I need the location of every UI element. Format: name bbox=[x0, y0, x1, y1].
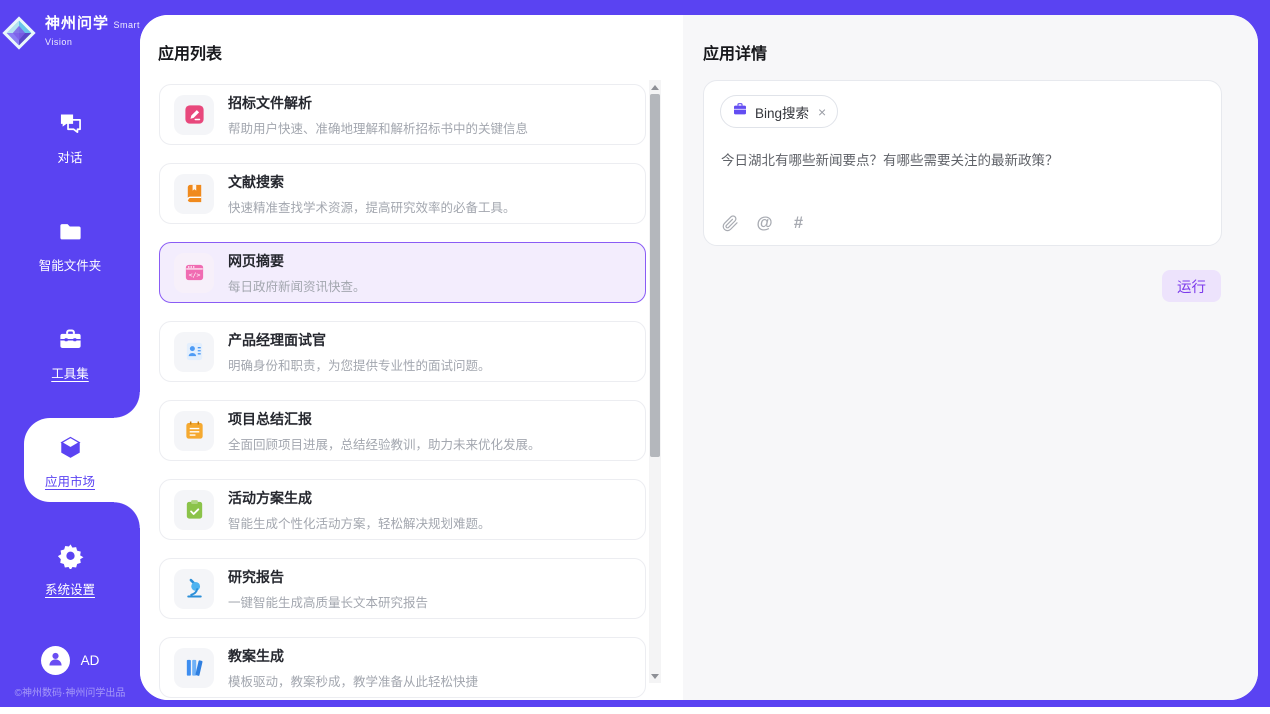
copyright: ©神州数码·神州问学出品 bbox=[0, 684, 140, 699]
main-container: 应用列表 招标文件解析帮助用户快速、准确地理解和解析招标书中的关键信息文献搜索快… bbox=[140, 15, 1258, 700]
books-icon bbox=[174, 648, 214, 688]
sidebar-item-smart-folder[interactable]: 智能文件夹 bbox=[0, 218, 140, 274]
tool-chip-bing-search[interactable]: Bing搜索 × bbox=[720, 95, 838, 128]
app-cards: 招标文件解析帮助用户快速、准确地理解和解析招标书中的关键信息文献搜索快速精准查找… bbox=[159, 84, 646, 700]
hash-icon[interactable]: # bbox=[789, 214, 808, 233]
paperclip-icon[interactable] bbox=[721, 214, 740, 233]
app-card-desc: 一键智能生成高质量长文本研究报告 bbox=[228, 592, 428, 611]
folder-icon bbox=[57, 218, 84, 245]
app-card-desc: 模板驱动，教案秒成，教学准备从此轻松快捷 bbox=[228, 671, 478, 690]
user-account[interactable]: AD bbox=[0, 646, 140, 675]
sidebar-item-toolset[interactable]: 工具集 bbox=[0, 326, 140, 382]
sidebar-item-label: 对话 bbox=[0, 147, 140, 166]
sidebar: 神州问学 Smart Vision 对话智能文件夹工具集应用市场系统设置 AD … bbox=[0, 0, 140, 707]
cube-icon bbox=[57, 434, 84, 461]
tool-chip-label: Bing搜索 bbox=[755, 102, 809, 122]
scroll-down-arrow[interactable] bbox=[649, 670, 661, 682]
brand-name: 神州问学 bbox=[45, 15, 109, 32]
app-card-8[interactable]: 教案生成模板驱动，教案秒成，教学准备从此轻松快捷 bbox=[159, 637, 646, 698]
app-canvas: 神州问学 Smart Vision 对话智能文件夹工具集应用市场系统设置 AD … bbox=[0, 0, 1270, 707]
at-icon[interactable]: @ bbox=[755, 214, 774, 233]
scrollbar-thumb[interactable] bbox=[650, 94, 660, 457]
sidebar-item-label: 智能文件夹 bbox=[0, 255, 140, 274]
app-card-title: 文献搜索 bbox=[228, 172, 516, 192]
scroll-up-arrow[interactable] bbox=[649, 81, 661, 93]
triangle-down-icon bbox=[651, 674, 659, 679]
triangle-up-icon bbox=[651, 85, 659, 90]
close-icon[interactable]: × bbox=[818, 105, 826, 119]
app-card-desc: 快速精准查找学术资源，提高研究效率的必备工具。 bbox=[228, 197, 516, 216]
app-card-title: 网页摘要 bbox=[228, 251, 366, 271]
attachment-toolbar: @ # bbox=[721, 214, 808, 233]
app-card-desc: 帮助用户快速、准确地理解和解析招标书中的关键信息 bbox=[228, 118, 528, 137]
scrollbar[interactable] bbox=[649, 80, 661, 683]
microscope-icon bbox=[174, 569, 214, 609]
app-card-3[interactable]: </> 网页摘要每日政府新闻资讯快查。 bbox=[159, 242, 646, 303]
app-card-title: 产品经理面试官 bbox=[228, 330, 491, 350]
clipboard-check-icon bbox=[174, 490, 214, 530]
app-detail-title: 应用详情 bbox=[703, 40, 767, 64]
sidebar-item-label: 系统设置 bbox=[0, 579, 140, 598]
app-card-4[interactable]: 产品经理面试官明确身份和职责，为您提供专业性的面试问题。 bbox=[159, 321, 646, 382]
app-list-panel: 应用列表 招标文件解析帮助用户快速、准确地理解和解析招标书中的关键信息文献搜索快… bbox=[140, 15, 683, 700]
app-detail-panel: 应用详情 Bing搜索 × 今日湖北有哪些新闻要点？有哪些需要关注的最新政策？ … bbox=[683, 15, 1258, 700]
code-window-icon: </> bbox=[174, 253, 214, 293]
book-icon bbox=[174, 174, 214, 214]
person-icon bbox=[46, 649, 65, 673]
app-card-1[interactable]: 招标文件解析帮助用户快速、准确地理解和解析招标书中的关键信息 bbox=[159, 84, 646, 145]
app-card-title: 招标文件解析 bbox=[228, 93, 528, 113]
prompt-input[interactable]: 今日湖北有哪些新闻要点？有哪些需要关注的最新政策？ bbox=[721, 149, 1204, 169]
app-card-title: 研究报告 bbox=[228, 567, 428, 587]
app-card-title: 活动方案生成 bbox=[228, 488, 491, 508]
app-list-title: 应用列表 bbox=[158, 40, 222, 64]
svg-text:</>: </> bbox=[188, 271, 200, 279]
app-card-desc: 每日政府新闻资讯快查。 bbox=[228, 276, 366, 295]
app-card-desc: 智能生成个性化活动方案，轻松解决规划难题。 bbox=[228, 513, 491, 532]
interviewer-icon bbox=[174, 332, 214, 372]
brand: 神州问学 Smart Vision bbox=[0, 14, 140, 52]
app-card-5[interactable]: 项目总结汇报全面回顾项目进展，总结经验教训，助力未来优化发展。 bbox=[159, 400, 646, 461]
avatar bbox=[41, 646, 70, 675]
diamond-logo-icon bbox=[0, 14, 38, 52]
toolbox-icon bbox=[57, 326, 84, 353]
sidebar-item-label: 工具集 bbox=[0, 363, 140, 382]
briefcase-icon bbox=[732, 101, 748, 122]
app-card-2[interactable]: 文献搜索快速精准查找学术资源，提高研究效率的必备工具。 bbox=[159, 163, 646, 224]
app-card-desc: 明确身份和职责，为您提供专业性的面试问题。 bbox=[228, 355, 491, 374]
chat-icon bbox=[57, 110, 84, 137]
sidebar-item-label: 应用市场 bbox=[0, 471, 140, 490]
app-card-7[interactable]: 研究报告一键智能生成高质量长文本研究报告 bbox=[159, 558, 646, 619]
note-icon bbox=[174, 411, 214, 451]
pen-square-icon bbox=[174, 95, 214, 135]
user-label: AD bbox=[81, 653, 100, 668]
prompt-card: Bing搜索 × 今日湖北有哪些新闻要点？有哪些需要关注的最新政策？ @ # bbox=[703, 80, 1222, 246]
sidebar-item-app-market[interactable]: 应用市场 bbox=[0, 434, 140, 490]
gear-icon bbox=[57, 542, 84, 569]
app-card-desc: 全面回顾项目进展，总结经验教训，助力未来优化发展。 bbox=[228, 434, 541, 453]
app-card-title: 教案生成 bbox=[228, 646, 478, 666]
app-card-6[interactable]: 活动方案生成智能生成个性化活动方案，轻松解决规划难题。 bbox=[159, 479, 646, 540]
run-button[interactable]: 运行 bbox=[1162, 270, 1221, 302]
app-card-title: 项目总结汇报 bbox=[228, 409, 541, 429]
sidebar-item-chat[interactable]: 对话 bbox=[0, 110, 140, 166]
sidebar-item-settings[interactable]: 系统设置 bbox=[0, 542, 140, 598]
